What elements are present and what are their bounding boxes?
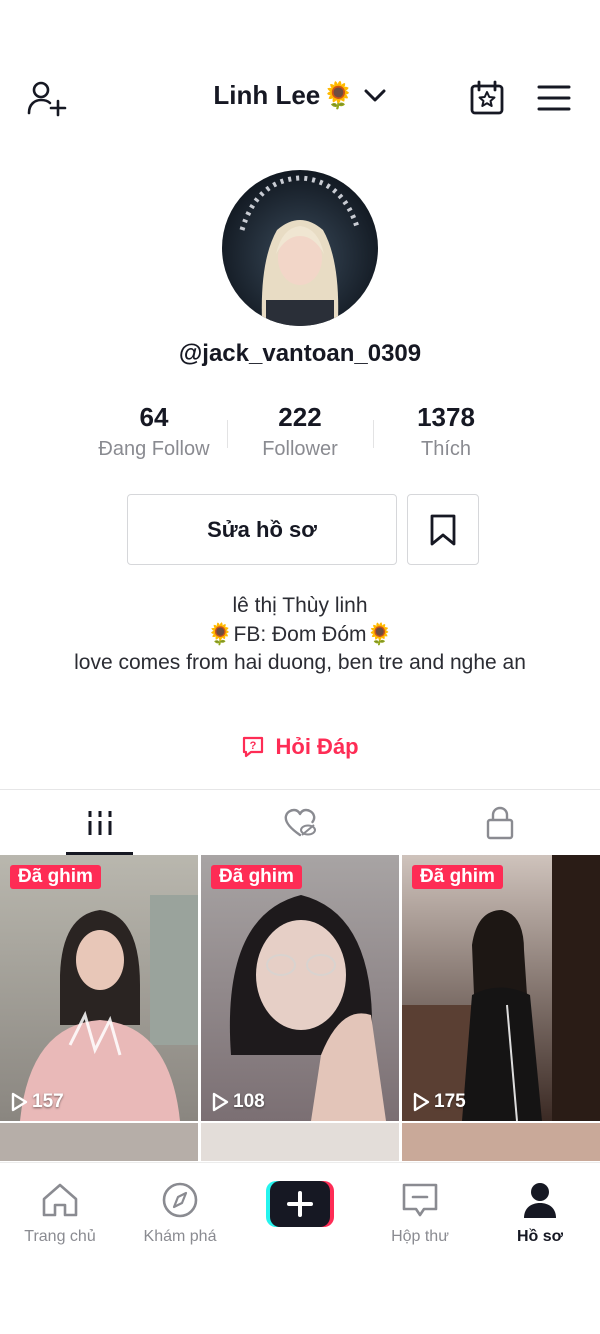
profile-username: @jack_vantoan_0309 [178,340,422,367]
create-button[interactable] [266,1181,334,1227]
video-thumbnail[interactable]: Đã ghim 108 [201,855,399,1121]
home-icon [42,1183,78,1217]
nav-discover-label: Khám phá [143,1228,217,1245]
following-count: 64 [139,402,169,432]
nav-inbox-label: Hộp thư [391,1228,449,1245]
following-stat[interactable]: 64 Đang Follow [81,400,227,461]
nav-inbox[interactable]: Hộp thư [360,1181,480,1246]
nav-discover[interactable]: Khám phá [120,1181,240,1246]
calendar-star-icon [470,80,504,115]
qa-link[interactable]: ? Hỏi Đáp [0,733,600,760]
pinned-badge: Đã ghim [10,865,101,889]
plus-icon [266,1181,334,1227]
grid-icon [88,811,112,835]
chevron-down-icon [364,89,386,101]
play-count: 108 [211,1091,265,1113]
video-thumbnail[interactable]: Đã ghim 175 [402,855,600,1121]
question-bubble-icon: ? [243,737,264,758]
video-grid: Đã ghim 157 Đã ghim 108 Đã ghim 175 [0,855,600,1161]
likes-label: Thích [420,438,472,460]
nav-profile[interactable]: Hồ sơ [480,1181,600,1246]
profile-icon [524,1183,556,1218]
svg-text:?: ? [250,740,257,752]
inbox-icon [402,1183,438,1217]
pinned-badge: Đã ghim [412,865,503,889]
video-thumbnail[interactable] [0,1123,198,1161]
play-icon [11,1092,28,1112]
calendar-button[interactable] [466,77,508,119]
tab-private[interactable] [400,790,600,856]
lock-icon [486,806,514,840]
video-thumbnail[interactable] [201,1123,399,1161]
followers-label: Follower [262,438,338,460]
nav-home-label: Trang chủ [24,1228,96,1245]
compass-icon [162,1182,198,1218]
followers-stat[interactable]: 222 Follower [227,400,373,461]
play-icon [413,1092,430,1112]
sunflower-emoji: 🌻 [322,80,355,110]
play-count: 157 [10,1091,64,1113]
nav-profile-label: Hồ sơ [516,1228,564,1245]
video-thumbnail[interactable]: Đã ghim 157 [0,855,198,1121]
bio-line: lê thị Thùy linh [232,594,368,617]
pinned-badge: Đã ghim [211,865,302,889]
likes-stat[interactable]: 1378 Thích [373,400,519,461]
qa-label: Hỏi Đáp [275,734,359,760]
profile-tabs [0,789,600,856]
likes-count: 1378 [417,402,475,432]
bookmarks-button[interactable] [407,494,479,565]
play-icon [212,1092,229,1112]
profile-avatar[interactable] [222,170,378,326]
following-label: Đang Follow [98,438,210,460]
profile-stats: 64 Đang Follow 222 Follower 1378 Thích [80,400,520,470]
bookmark-icon [430,514,456,545]
play-count: 175 [412,1091,466,1113]
video-thumbnail[interactable] [402,1123,600,1161]
profile-display-name: Linh Lee [213,80,321,110]
tab-liked[interactable] [200,790,400,856]
menu-button[interactable] [532,78,576,118]
play-count-value: 175 [434,1091,466,1112]
tab-videos[interactable] [0,790,200,856]
bio-line: love comes from hai duong, ben tre and n… [74,651,526,674]
heart-hidden-icon [284,808,316,837]
bottom-navigation: Trang chủ Khám phá Hộp thư Hồ sơ [0,1162,600,1334]
nav-home[interactable]: Trang chủ [0,1181,120,1246]
profile-bio: lê thị Thùy linh 🌻FB: Đom Đóm🌻 love come… [60,592,540,678]
edit-profile-button[interactable]: Sửa hồ sơ [127,494,397,565]
hamburger-menu-icon [537,85,571,111]
play-count-value: 157 [32,1091,64,1112]
followers-count: 222 [278,402,322,432]
play-count-value: 108 [233,1091,265,1112]
bio-line: 🌻FB: Đom Đóm🌻 [207,622,393,646]
account-switcher[interactable]: Linh Lee 🌻 [213,80,386,111]
